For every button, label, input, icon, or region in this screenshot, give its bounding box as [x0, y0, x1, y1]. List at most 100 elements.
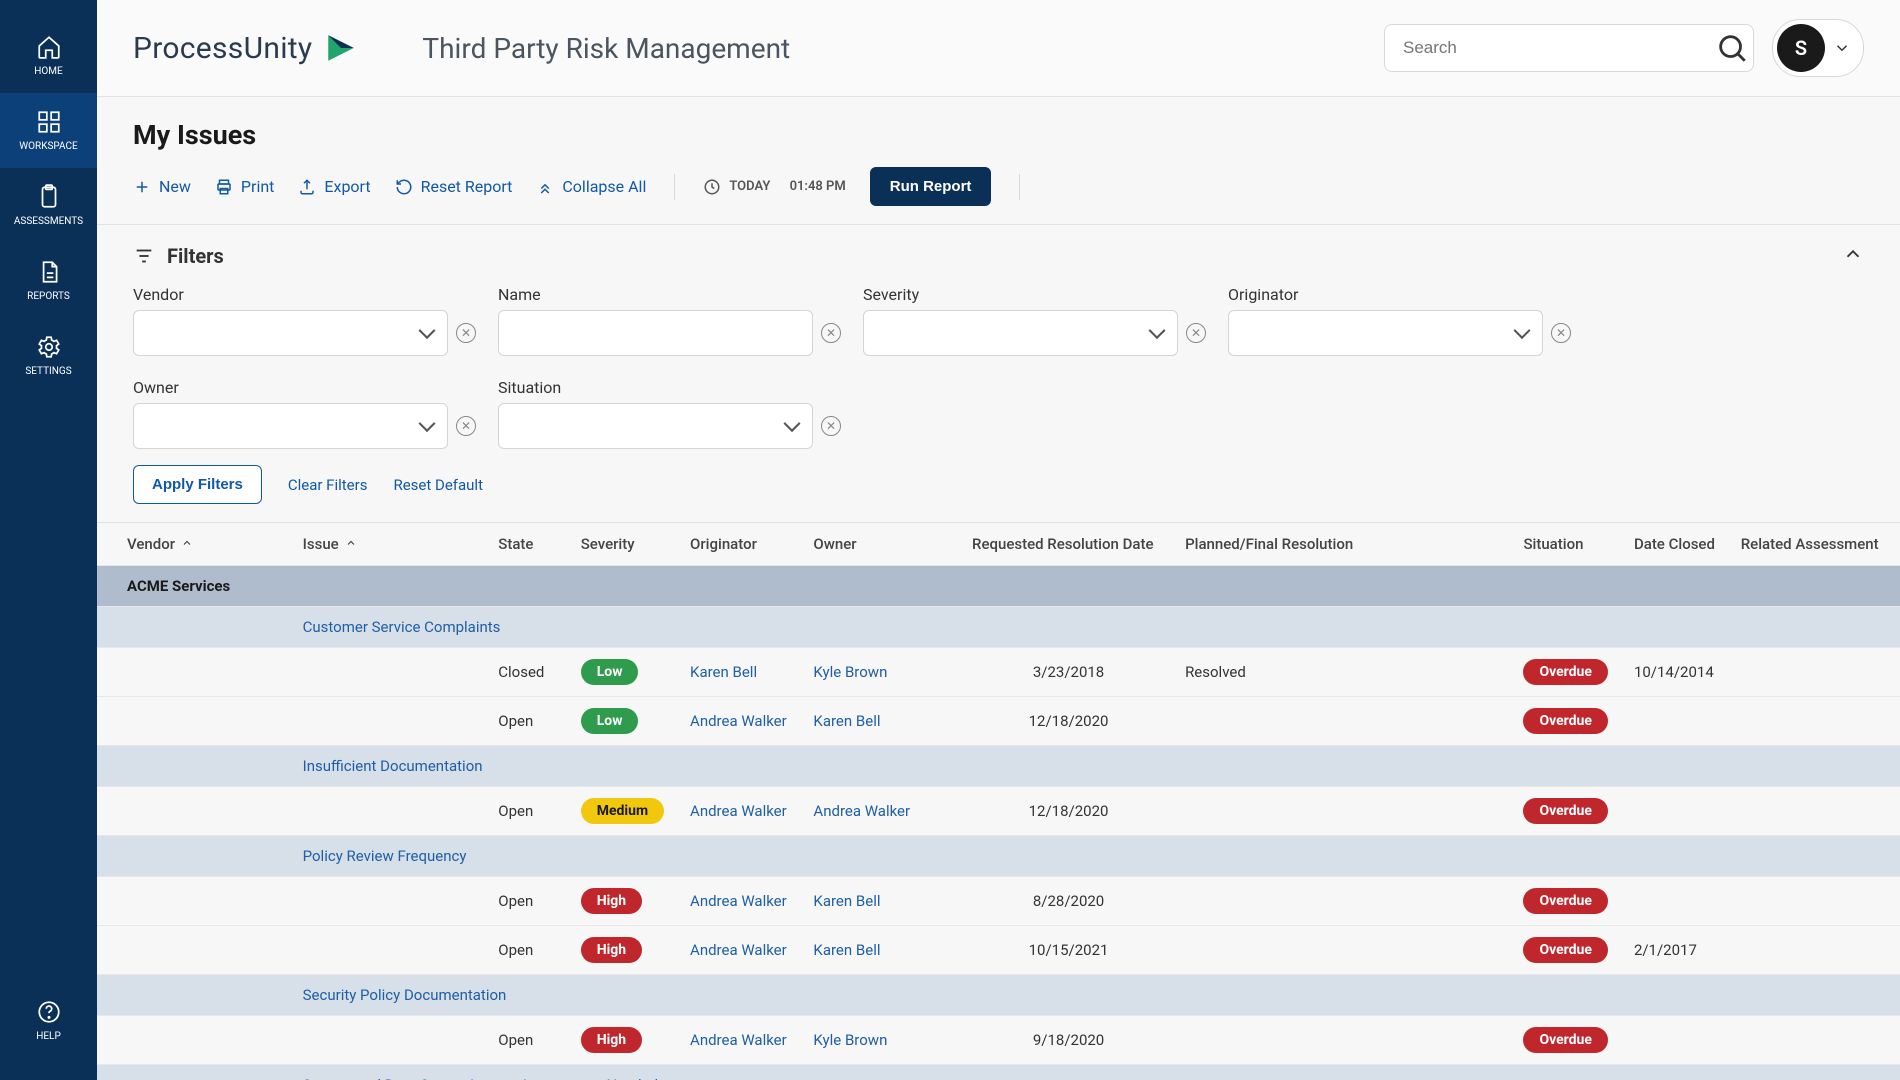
collapse-icon — [536, 178, 554, 196]
owner-link[interactable]: Karen Bell — [813, 941, 880, 959]
owner-link[interactable]: Karen Bell — [813, 712, 880, 730]
owner-link[interactable]: Karen Bell — [813, 892, 880, 910]
sidebar-item-settings[interactable]: SETTINGS — [0, 318, 97, 393]
vendor-select[interactable] — [133, 310, 448, 356]
search-icon[interactable] — [1715, 31, 1749, 65]
col-situation[interactable]: Situation — [1513, 523, 1624, 566]
sidebar-item-workspace[interactable]: WORKSPACE — [0, 93, 97, 168]
sidebar-item-home[interactable]: HOME — [0, 18, 97, 93]
clock-icon — [703, 178, 721, 196]
run-report-button[interactable]: Run Report — [870, 167, 992, 206]
col-severity[interactable]: Severity — [571, 523, 680, 566]
reset-default-button[interactable]: Reset Default — [393, 476, 483, 494]
originator-link[interactable]: Karen Bell — [690, 663, 757, 681]
sort-asc-icon — [181, 537, 193, 549]
originator-link[interactable]: Andrea Walker — [690, 1031, 787, 1049]
originator-select[interactable] — [1228, 310, 1543, 356]
situation-badge: Overdue — [1523, 937, 1608, 963]
name-input[interactable] — [498, 310, 813, 356]
issue-link[interactable]: Policy Review Frequency — [303, 847, 467, 865]
issue-link[interactable]: Customer Service Complaints — [303, 618, 501, 636]
new-button[interactable]: New — [133, 177, 191, 196]
home-icon — [36, 34, 62, 60]
owner-link[interactable]: Kyle Brown — [813, 1031, 887, 1049]
subgroup-row[interactable]: Security Policy Documentation — [97, 975, 1900, 1016]
filter-label-situation: Situation — [498, 378, 841, 397]
table-row: OpenLowAndrea WalkerKaren Bell12/18/2020… — [97, 697, 1900, 746]
print-button[interactable]: Print — [215, 177, 274, 196]
subgroup-row[interactable]: Customer Service Complaints — [97, 607, 1900, 648]
severity-badge: High — [581, 888, 642, 914]
user-menu[interactable]: S — [1772, 19, 1864, 77]
filter-label-severity: Severity — [863, 285, 1206, 304]
print-icon — [215, 178, 233, 196]
search-input[interactable] — [1403, 38, 1715, 58]
subgroup-row[interactable]: System and Data Center Access Assessment… — [97, 1065, 1900, 1080]
gear-icon — [36, 334, 62, 360]
export-button[interactable]: Export — [298, 177, 370, 196]
sidebar-item-label: REPORTS — [27, 291, 70, 302]
page-title: My Issues — [133, 119, 1864, 151]
filters-panel: Filters Vendor ✕ Name ✕ — [97, 225, 1900, 523]
sidebar-item-help[interactable]: HELP — [0, 983, 97, 1058]
owner-clear[interactable]: ✕ — [456, 416, 476, 436]
sidebar-item-label: SETTINGS — [25, 366, 71, 377]
today-time: TODAY 01:48 PM — [703, 178, 845, 196]
issue-link[interactable]: System and Data Center Access Assessment… — [303, 1076, 658, 1080]
sidebar-item-label: WORKSPACE — [19, 141, 77, 152]
sidebar: HOME WORKSPACE ASSESSMENTS REPORTS SETTI… — [0, 0, 97, 1080]
col-state[interactable]: State — [488, 523, 570, 566]
col-originator[interactable]: Originator — [680, 523, 803, 566]
clear-filters-button[interactable]: Clear Filters — [288, 476, 368, 494]
main: ProcessUnity Third Party Risk Management… — [97, 0, 1900, 1080]
reset-report-button[interactable]: Reset Report — [395, 177, 513, 196]
table-row: OpenHighAndrea WalkerKyle Brown9/18/2020… — [97, 1016, 1900, 1065]
reset-icon — [395, 178, 413, 196]
collapse-all-button[interactable]: Collapse All — [536, 177, 646, 196]
situation-badge: Overdue — [1523, 1027, 1608, 1053]
originator-link[interactable]: Andrea Walker — [690, 802, 787, 820]
originator-link[interactable]: Andrea Walker — [690, 892, 787, 910]
col-vendor[interactable]: Vendor — [97, 523, 293, 566]
search-wrap — [1384, 24, 1754, 72]
chevron-up-icon — [1842, 243, 1864, 265]
subgroup-row[interactable]: Insufficient Documentation — [97, 746, 1900, 787]
owner-link[interactable]: Andrea Walker — [813, 802, 910, 820]
table-row: OpenHighAndrea WalkerKaren Bell8/28/2020… — [97, 877, 1900, 926]
col-assessment[interactable]: Related Assessment — [1731, 523, 1900, 566]
issue-link[interactable]: Insufficient Documentation — [303, 757, 483, 775]
col-issue[interactable]: Issue — [293, 523, 489, 566]
severity-badge: Low — [581, 708, 639, 734]
subgroup-row[interactable]: Policy Review Frequency — [97, 836, 1900, 877]
sidebar-item-assessments[interactable]: ASSESSMENTS — [0, 168, 97, 243]
name-clear[interactable]: ✕ — [821, 323, 841, 343]
brand-name: ProcessUnity — [133, 31, 312, 66]
owner-select[interactable] — [133, 403, 448, 449]
owner-link[interactable]: Kyle Brown — [813, 663, 887, 681]
vendor-clear[interactable]: ✕ — [456, 323, 476, 343]
col-planned[interactable]: Planned/Final Resolution — [1175, 523, 1513, 566]
col-requested[interactable]: Requested Resolution Date — [962, 523, 1175, 566]
col-closed[interactable]: Date Closed — [1624, 523, 1731, 566]
filter-label-name: Name — [498, 285, 841, 304]
severity-clear[interactable]: ✕ — [1186, 323, 1206, 343]
originator-link[interactable]: Andrea Walker — [690, 941, 787, 959]
export-icon — [298, 178, 316, 196]
situation-badge: Overdue — [1523, 798, 1608, 824]
situation-select[interactable] — [498, 403, 813, 449]
filters-collapse-toggle[interactable] — [1842, 243, 1864, 269]
col-owner[interactable]: Owner — [803, 523, 962, 566]
originator-link[interactable]: Andrea Walker — [690, 712, 787, 730]
situation-badge: Overdue — [1523, 888, 1608, 914]
group-row[interactable]: ACME Services — [97, 566, 1900, 607]
filter-label-owner: Owner — [133, 378, 476, 397]
chevron-down-icon — [1833, 39, 1851, 57]
filter-icon — [133, 245, 155, 267]
situation-clear[interactable]: ✕ — [821, 416, 841, 436]
apply-filters-button[interactable]: Apply Filters — [133, 465, 262, 504]
sidebar-item-reports[interactable]: REPORTS — [0, 243, 97, 318]
severity-select[interactable] — [863, 310, 1178, 356]
page-subtitle: Third Party Risk Management — [422, 32, 790, 65]
issue-link[interactable]: Security Policy Documentation — [303, 986, 507, 1004]
originator-clear[interactable]: ✕ — [1551, 323, 1571, 343]
